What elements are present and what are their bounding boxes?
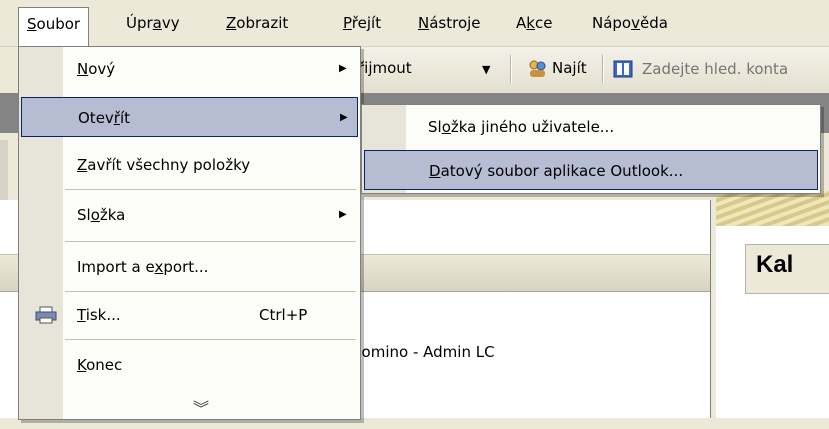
menu-napoveda[interactable]: Nápověda [584,8,676,38]
toolbar-separator [510,55,512,83]
search-contacts-input[interactable] [640,57,829,81]
menu-item-tisk[interactable]: Tisk... Ctrl+P [21,295,358,335]
menu-separator [65,189,356,190]
print-shortcut: Ctrl+P [259,306,308,324]
file-menu: Nový ▶ Otevřít ▶ Zavřít všechny položky … [18,46,361,420]
printer-icon [35,306,57,324]
menu-nastroje[interactable]: Nástroje [410,8,489,38]
menu-upravy[interactable]: Úpravy [118,8,188,38]
folder-item[interactable]: Domino - Admin LC [350,343,495,361]
menu-expand[interactable]: ︾ [21,383,358,423]
menu-item-slozka[interactable]: Složka ▶ [21,195,358,235]
calendar-pane [716,200,829,418]
menu-zobrazit[interactable]: Zobrazit [218,8,296,38]
chevron-down-icon[interactable]: ▼ [482,63,490,76]
calendar-title: Kal [756,251,794,278]
menu-soubor[interactable]: Soubor [18,7,90,47]
menu-item-konec[interactable]: Konec [21,345,358,385]
menu-item-zavrit-vsechny[interactable]: Zavřít všechny položky [21,145,358,185]
address-book-icon[interactable] [612,59,634,79]
find-button[interactable]: Najít [552,59,587,77]
submenu-arrow-icon: ▶ [340,112,348,123]
calendar-banner [716,190,829,226]
find-icon [529,60,546,77]
open-submenu: Složka jiného uživatele... Datový soubor… [361,104,821,194]
menu-separator [65,241,356,242]
menu-item-import-export[interactable]: Import a export... [21,247,358,287]
calendar-header: Kal [745,244,829,294]
expand-more-icon: ︾ [193,399,210,418]
menu-item-novy[interactable]: Nový ▶ [21,49,358,89]
toolbar: řijmout ▼ Najít [340,47,829,94]
submenu-item-slozka-jineho-uzivatele[interactable]: Složka jiného uživatele... [364,107,818,147]
menu-prejit[interactable]: Přejít [335,8,389,38]
menu-item-otevrit[interactable]: Otevřít ▶ [21,97,358,137]
toolbar-separator [602,55,604,83]
submenu-arrow-icon: ▶ [339,63,347,74]
receive-button[interactable]: řijmout [358,59,412,77]
menu-bar: Soubor Úpravy Zobrazit Přejít Nástroje A… [0,0,829,47]
submenu-item-datovy-soubor[interactable]: Datový soubor aplikace Outlook... [364,150,818,190]
menu-akce[interactable]: Akce [508,8,560,38]
menu-separator [65,291,356,292]
menu-separator [65,339,356,340]
submenu-arrow-icon: ▶ [339,209,347,220]
